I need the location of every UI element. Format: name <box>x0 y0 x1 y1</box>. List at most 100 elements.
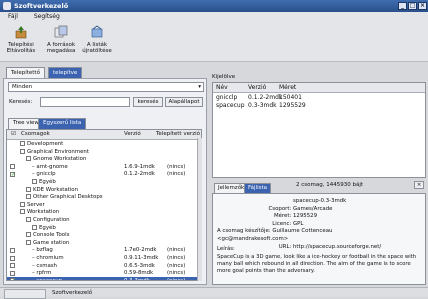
maximize-icon[interactable]: □ <box>408 2 417 10</box>
tree-item-name: gnicclp <box>36 171 56 178</box>
install-icon <box>15 26 27 39</box>
menu-bar: Fájl Segítség <box>0 12 428 22</box>
selected-packages-table: Név Verzió Méret gnicclp 0.1.2-2mdk 1504… <box>212 82 426 178</box>
search-input[interactable] <box>40 97 130 107</box>
tree-item-name: Graphical Environment <box>27 148 89 155</box>
chevron-down-icon: ▾ <box>198 84 201 90</box>
checked-checkbox[interactable]: ✓ <box>10 171 15 177</box>
search-label: Keresés: <box>9 99 33 105</box>
tree-item-name: Gnome Workstation <box>33 156 87 163</box>
checkbox[interactable] <box>10 255 15 261</box>
table-row[interactable]: gnicclp 0.1.2-2mdk 150401 <box>213 94 425 102</box>
menu-help[interactable]: Segítség <box>34 13 60 20</box>
window-title: Szoftverkezelő <box>14 2 69 10</box>
selected-summary: 2 csomag, 1445930 bájt <box>296 182 364 188</box>
expander-icon[interactable] <box>26 232 31 238</box>
tree-item-name: amt-gnome <box>36 163 68 170</box>
progress-box <box>4 289 46 299</box>
close-icon[interactable]: × <box>414 181 424 189</box>
detail-package: spacecup-0.3-3mdk <box>293 198 347 204</box>
expander-icon[interactable] <box>26 217 31 222</box>
install-remove-label: Telepítési Eltávolítás <box>6 42 36 54</box>
tree-item-name: Server <box>27 201 45 208</box>
cell-name: gnicclp <box>216 94 238 101</box>
tree-item-name: chromium <box>36 255 64 261</box>
expander-icon[interactable] <box>20 148 25 154</box>
reset-button[interactable]: Alapállapot <box>165 97 203 107</box>
details-panel: spacecup-0.3-3mdk Csoport: Games/Arcade … <box>212 193 426 285</box>
filter-select[interactable]: Minden ▾ <box>8 82 204 92</box>
selected-header-name[interactable]: Név <box>216 83 228 92</box>
tree-row[interactable]: ✓ – spacecup 0.3-3mdk (nincs) <box>7 276 201 281</box>
details-lines: spacecup-0.3-3mdk Csoport: Games/Arcade … <box>213 198 403 251</box>
cell-version: 0.3-3mdk <box>248 102 277 109</box>
status-bar: Szoftverkezelő <box>0 287 428 299</box>
sources-button[interactable]: A források megadása <box>44 25 78 54</box>
reload-lists-button[interactable]: A listák újratöltése <box>80 25 114 54</box>
tree-item-name: csmash <box>36 262 57 269</box>
expander-icon[interactable] <box>32 224 37 230</box>
tree-scrollbar[interactable] <box>197 138 202 281</box>
minimize-icon[interactable]: _ <box>398 2 407 10</box>
checkbox[interactable] <box>10 270 15 276</box>
app-icon <box>3 2 11 10</box>
sources-icon <box>54 25 68 38</box>
install-remove-button[interactable]: Telepítési Eltávolítás <box>4 25 38 54</box>
tree-item-name: Console Tools <box>33 232 70 239</box>
tree-item-name: Egyéb <box>39 224 56 231</box>
checkbox[interactable] <box>10 247 15 253</box>
cell-size: 150401 <box>279 94 302 101</box>
expander-icon[interactable] <box>20 209 25 215</box>
cell-version: 0.1.2-2mdk <box>248 94 283 101</box>
header-packages[interactable]: Csomagok <box>21 130 50 139</box>
selected-header-size[interactable]: Méret <box>279 83 296 92</box>
checkbox[interactable] <box>10 263 15 269</box>
tree-item-label: – spacecup <box>32 277 63 281</box>
tree-item-name: Egyéb <box>39 179 56 185</box>
selected-header: Név Verzió Méret <box>213 83 425 93</box>
tree-item-name: Configuration <box>33 217 70 223</box>
detail-url: URL: http://spacecup.sourceforge.net/ <box>278 243 382 250</box>
menu-file[interactable]: Fájl <box>8 13 18 20</box>
expander-icon[interactable] <box>32 179 37 184</box>
expander-icon[interactable] <box>26 186 31 192</box>
tree-item-name: KDE Workstation <box>33 186 79 193</box>
reload-lists-label: A listák újratöltése <box>82 42 112 54</box>
header-version[interactable]: Verzió <box>124 130 141 139</box>
checked-checkbox[interactable]: ✓ <box>10 278 15 280</box>
search-button[interactable]: keresés <box>133 97 163 107</box>
tree-item-name: Game station <box>33 239 70 246</box>
description-label: Leírás: <box>217 246 235 252</box>
sources-label: A források megadása <box>46 42 76 54</box>
tree-item-name: bzflag <box>36 247 53 254</box>
description-text: SpaceCup is a 3D game, look like a ice-h… <box>217 254 417 275</box>
detail-group: Csoport: Games/Arcade <box>268 205 333 212</box>
filter-selected: Minden <box>12 84 33 90</box>
header-check-icon: ☑ <box>11 131 16 137</box>
tree-item-installed: (nincs) <box>167 277 186 281</box>
selected-title: Kijelölve <box>212 74 236 80</box>
reload-icon <box>91 25 103 38</box>
header-installed-version[interactable]: Telepített verzió <box>156 130 200 139</box>
tree-item-name: Development <box>27 141 64 147</box>
detail-packager: A csomag készítője: Guillaume Cottenceau… <box>217 228 333 242</box>
tree-item-name: Other Graphical Desktops <box>33 194 103 201</box>
cell-name: spacecup <box>216 102 245 109</box>
expander-icon[interactable] <box>26 156 31 162</box>
tree-item-name: spacecup <box>36 277 63 281</box>
selected-header-version[interactable]: Verzió <box>248 83 266 92</box>
cell-size: 1295529 <box>279 102 306 109</box>
tab-simple-list[interactable]: Egyszerű lista <box>38 118 87 129</box>
expander-icon[interactable] <box>26 194 31 200</box>
expander-icon[interactable] <box>26 239 31 245</box>
tree-item-name: rpfrm <box>36 270 52 277</box>
tree-header: ☑ Csomagok Verzió Telepített verzió <box>7 130 201 140</box>
toolbar: Telepítési Eltávolítás A források megadá… <box>0 22 428 62</box>
title-bar: Szoftverkezelő _ □ × <box>0 0 428 12</box>
expander-icon[interactable] <box>20 141 25 146</box>
package-tree: ☑ Csomagok Verzió Telepített verzió Deve… <box>6 129 202 281</box>
table-row[interactable]: spacecup 0.3-3mdk 1295529 <box>213 102 425 110</box>
close-icon[interactable]: × <box>418 2 427 10</box>
checkbox[interactable] <box>10 164 15 170</box>
expander-icon[interactable] <box>20 201 25 207</box>
